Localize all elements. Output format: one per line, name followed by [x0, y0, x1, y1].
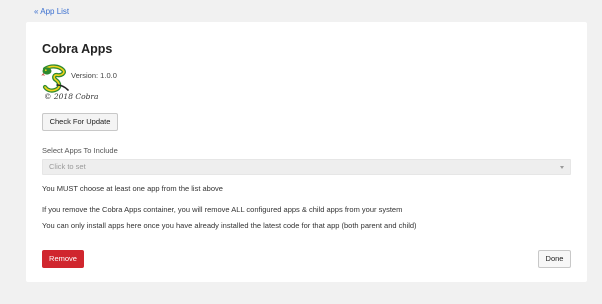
select-apps-dropdown[interactable]: Click to set [42, 159, 571, 175]
caret-down-icon [560, 166, 564, 169]
done-button[interactable]: Done [538, 250, 571, 268]
page-title: Cobra Apps [42, 42, 113, 56]
select-apps-placeholder: Click to set [49, 162, 86, 171]
check-for-update-button[interactable]: Check For Update [42, 113, 118, 131]
must-choose-message: You MUST choose at least one app from th… [42, 184, 223, 193]
remove-button[interactable]: Remove [42, 250, 84, 268]
page: « App List Cobra Apps Version: 1.0.0 © 2… [0, 0, 602, 304]
install-note-message: You can only install apps here once you … [42, 221, 417, 230]
app-settings-card: Cobra Apps Version: 1.0.0 © 2018 Cobra C… [26, 22, 587, 282]
copyright-notice: © 2018 Cobra [44, 92, 99, 101]
cobra-logo-icon [41, 63, 71, 93]
remove-warning-message: If you remove the Cobra Apps container, … [42, 205, 403, 214]
back-to-app-list-link[interactable]: « App List [34, 6, 69, 18]
select-apps-label: Select Apps To Include [42, 146, 118, 155]
app-version: Version: 1.0.0 [71, 71, 117, 80]
